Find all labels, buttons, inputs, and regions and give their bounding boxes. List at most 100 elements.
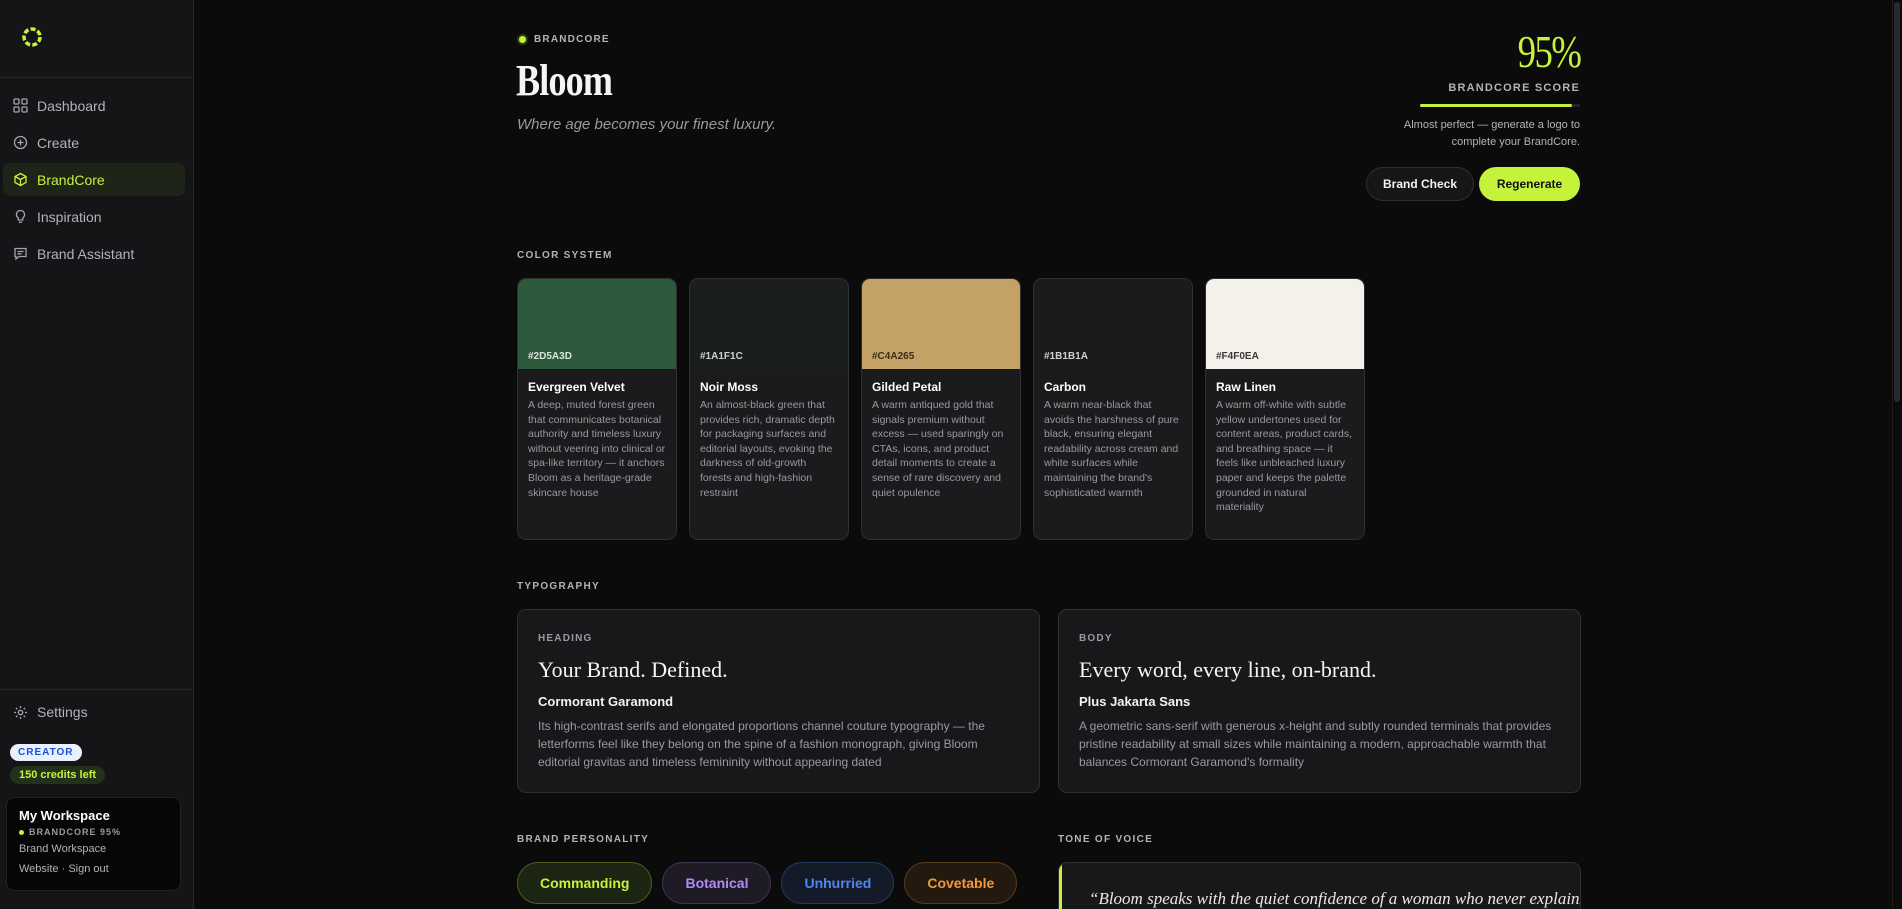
workspace-type: Brand Workspace: [19, 843, 107, 855]
regenerate-button[interactable]: Regenerate: [1479, 167, 1580, 201]
trait-pill[interactable]: Botanical: [662, 862, 772, 904]
status-dot-icon: [19, 829, 24, 835]
swatch-name: Carbon: [1044, 380, 1086, 394]
color-swatch[interactable]: #1A1F1C Noir Moss An almost-black green …: [689, 278, 849, 540]
body-font-card: BODY Every word, every line, on-brand. P…: [1058, 609, 1581, 793]
swatch-body: Carbon A warm near-black that avoids the…: [1034, 369, 1192, 509]
font-name: Cormorant Garamond: [538, 694, 674, 709]
swatch-hex: #1A1F1C: [700, 351, 743, 362]
swatch-description: A warm near-black that avoids the harshn…: [1044, 399, 1179, 499]
swatch-body: Gilded Petal A warm antiqued gold that s…: [862, 369, 1020, 509]
swatch-hex: #F4F0EA: [1216, 351, 1259, 362]
sidebar-item-create[interactable]: Create: [3, 126, 185, 159]
color-swatch[interactable]: #C4A265 Gilded Petal A warm antiqued gol…: [861, 278, 1021, 540]
swatch-color: #2D5A3D: [518, 279, 676, 369]
score-value: 95%: [1517, 26, 1581, 77]
grid-icon: [12, 98, 28, 114]
chat-icon: [12, 246, 28, 262]
page-title: Bloom: [516, 56, 613, 105]
divider: [0, 689, 193, 690]
font-role: HEADING: [538, 633, 593, 644]
brand-check-button[interactable]: Brand Check: [1366, 167, 1474, 201]
sign-out-link[interactable]: Sign out: [68, 863, 108, 875]
swatch-body: Noir Moss An almost-black green that pro…: [690, 369, 848, 524]
font-description: A geometric sans-serif with generous x-h…: [1079, 719, 1552, 769]
settings-label: Settings: [37, 704, 88, 720]
font-role: BODY: [1079, 633, 1113, 644]
tone-quote: “Bloom speaks with the quiet confidence …: [1089, 889, 1581, 908]
swatch-hex: #C4A265: [872, 351, 915, 362]
plan-badge: CREATOR: [10, 744, 82, 761]
typography-label: TYPOGRAPHY: [517, 581, 601, 592]
lightbulb-icon: [12, 209, 28, 225]
trait-pill[interactable]: Covetable: [904, 862, 1018, 904]
font-sample: Every word, every line, on-brand.: [1079, 657, 1377, 682]
website-link[interactable]: Website: [19, 863, 59, 875]
color-swatch[interactable]: #2D5A3D Evergreen Velvet A deep, muted f…: [517, 278, 677, 540]
score-note: Almost perfect — generate a logo to comp…: [1403, 119, 1580, 148]
swatch-hex: #2D5A3D: [528, 351, 572, 362]
trait-pill[interactable]: Commanding: [517, 862, 653, 904]
sidebar: Dashboard Create BrandCore Inspiration B…: [0, 0, 194, 909]
logo-icon[interactable]: [20, 25, 44, 49]
heading-font-card: HEADING Your Brand. Defined. Cormorant G…: [517, 609, 1040, 793]
score-label: BRANDCORE SCORE: [1448, 82, 1580, 94]
sidebar-item-label: Dashboard: [37, 97, 106, 114]
tone-of-voice-label: TONE OF VOICE: [1058, 834, 1154, 845]
sidebar-item-label: BrandCore: [37, 171, 105, 188]
eyebrow-text: BRANDCORE: [534, 34, 610, 45]
score-progress-fill: [1420, 104, 1572, 107]
swatch-color: #1B1B1A: [1034, 279, 1192, 369]
sidebar-item-brandcore[interactable]: BrandCore: [3, 163, 185, 196]
swatch-description: A warm off-white with subtle yellow unde…: [1216, 399, 1352, 514]
swatch-description: An almost-black green that provides rich…: [700, 399, 835, 499]
workspace-links: Website · Sign out: [19, 859, 168, 877]
divider: [0, 77, 193, 78]
color-swatch[interactable]: #F4F0EA Raw Linen A warm off-white with …: [1205, 278, 1365, 540]
color-swatches: #2D5A3D Evergreen Velvet A deep, muted f…: [517, 278, 1365, 540]
sidebar-item-inspiration[interactable]: Inspiration: [3, 200, 185, 233]
font-name: Plus Jakarta Sans: [1079, 694, 1191, 709]
workspace-score-text: BRANDCORE 95%: [29, 827, 122, 837]
sidebar-item-label: Brand Assistant: [37, 245, 135, 262]
brandcore-eyebrow: BRANDCORE: [517, 34, 610, 45]
tone-quote-card: “Bloom speaks with the quiet confidence …: [1058, 862, 1581, 909]
swatch-hex: #1B1B1A: [1044, 351, 1088, 362]
sidebar-item-settings[interactable]: Settings: [12, 704, 88, 720]
link-separator: ·: [58, 863, 69, 875]
brand-tagline: Where age becomes your finest luxury.: [517, 116, 777, 133]
font-sample: Your Brand. Defined.: [538, 657, 728, 682]
workspace-title: My Workspace: [19, 808, 110, 823]
scrollbar[interactable]: [1892, 0, 1902, 909]
plus-circle-icon: [12, 135, 28, 151]
sidebar-item-brand-assistant[interactable]: Brand Assistant: [3, 237, 185, 270]
swatch-name: Noir Moss: [700, 380, 759, 394]
swatch-body: Evergreen Velvet A deep, muted forest gr…: [518, 369, 676, 524]
brand-personality-label: BRAND PERSONALITY: [517, 834, 650, 845]
swatch-color: #F4F0EA: [1206, 279, 1364, 369]
trait-pill[interactable]: Unhurried: [781, 862, 895, 904]
gear-icon: [12, 704, 28, 720]
font-description: Its high-contrast serifs and elongated p…: [538, 719, 985, 769]
swatch-description: A warm antiqued gold that signals premiu…: [872, 399, 1004, 499]
swatch-color: #1A1F1C: [690, 279, 848, 369]
sidebar-item-dashboard[interactable]: Dashboard: [3, 89, 185, 122]
swatch-description: A deep, muted forest green that communic…: [528, 399, 666, 499]
color-system-label: COLOR SYSTEM: [517, 250, 613, 261]
workspace-card[interactable]: My Workspace BRANDCORE 95% Brand Workspa…: [6, 797, 181, 891]
credits-badge: 150 credits left: [10, 766, 106, 784]
workspace-score: BRANDCORE 95%: [19, 827, 168, 837]
swatch-color: #C4A265: [862, 279, 1020, 369]
swatch-name: Gilded Petal: [872, 380, 942, 394]
sidebar-nav: Dashboard Create BrandCore Inspiration B…: [3, 89, 185, 274]
swatch-body: Raw Linen A warm off-white with subtle y…: [1206, 369, 1364, 539]
swatch-name: Evergreen Velvet: [528, 380, 625, 394]
scrollbar-thumb[interactable]: [1894, 2, 1900, 402]
score-progress-bar: [1420, 104, 1580, 107]
personality-traits: Commanding Botanical Unhurried Covetable: [517, 862, 1018, 904]
main-content: BRANDCORE Bloom Where age becomes your f…: [194, 0, 1902, 909]
cube-icon: [12, 172, 28, 188]
accent-bar: [1059, 863, 1062, 909]
status-dot-icon: [517, 34, 528, 45]
color-swatch[interactable]: #1B1B1A Carbon A warm near-black that av…: [1033, 278, 1193, 540]
